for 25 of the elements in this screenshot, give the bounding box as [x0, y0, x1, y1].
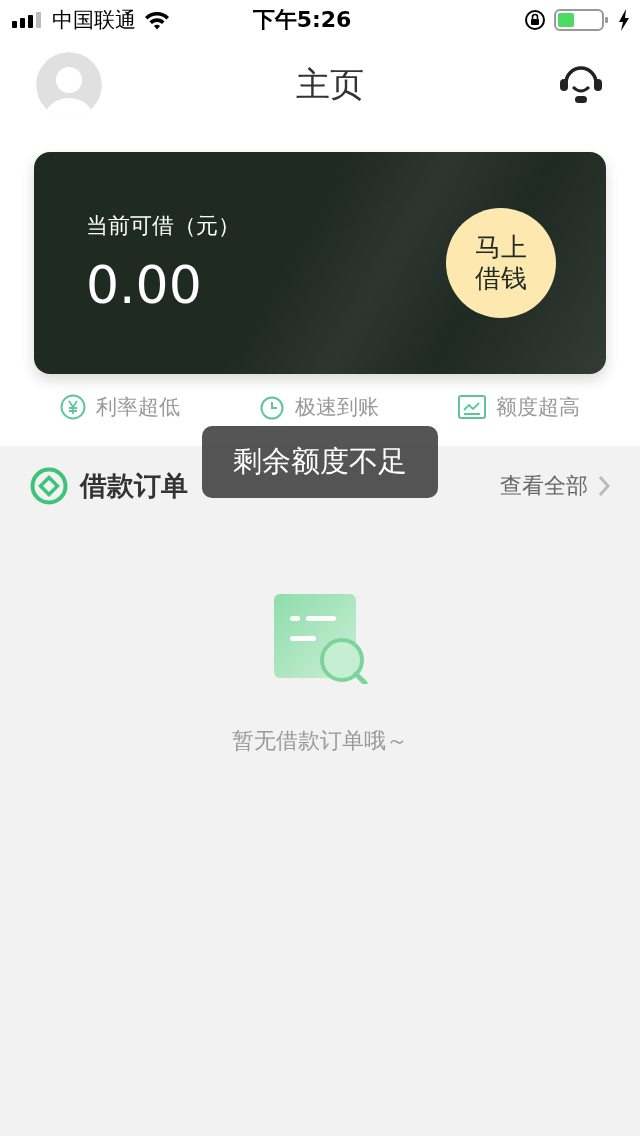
- status-time: 下午5:26: [251, 6, 353, 34]
- feature-label: 额度超高: [496, 394, 581, 421]
- feature-label: 极速到账: [295, 394, 379, 421]
- empty-message: 暂无借款订单哦～: [232, 727, 408, 755]
- toast-message: 剩余额度不足: [202, 426, 438, 498]
- borrow-button[interactable]: 马上借钱: [446, 208, 556, 318]
- clock-icon: [259, 394, 285, 420]
- signal-icon: [12, 12, 44, 28]
- chevron-icon: [598, 475, 610, 497]
- available-label: 当前可借（元）: [86, 212, 240, 240]
- diamond-coin-icon: [30, 467, 68, 505]
- headset-icon[interactable]: [558, 65, 604, 105]
- section-title: 借款订单: [80, 469, 188, 503]
- carrier-name: 中国联通: [52, 7, 136, 34]
- wifi-icon: [144, 10, 170, 30]
- chart-icon: [458, 395, 487, 419]
- available-amount: 0.00: [86, 255, 203, 315]
- yen-icon: [59, 394, 86, 420]
- empty-orders-icon: [272, 592, 368, 684]
- charging-icon: [618, 9, 630, 31]
- rotation-lock-icon: [524, 9, 546, 31]
- feature-label: 利率超低: [95, 394, 180, 421]
- battery-icon: [554, 8, 610, 32]
- page-title: 主页: [296, 63, 364, 106]
- view-all-link[interactable]: 查看全部: [500, 471, 610, 501]
